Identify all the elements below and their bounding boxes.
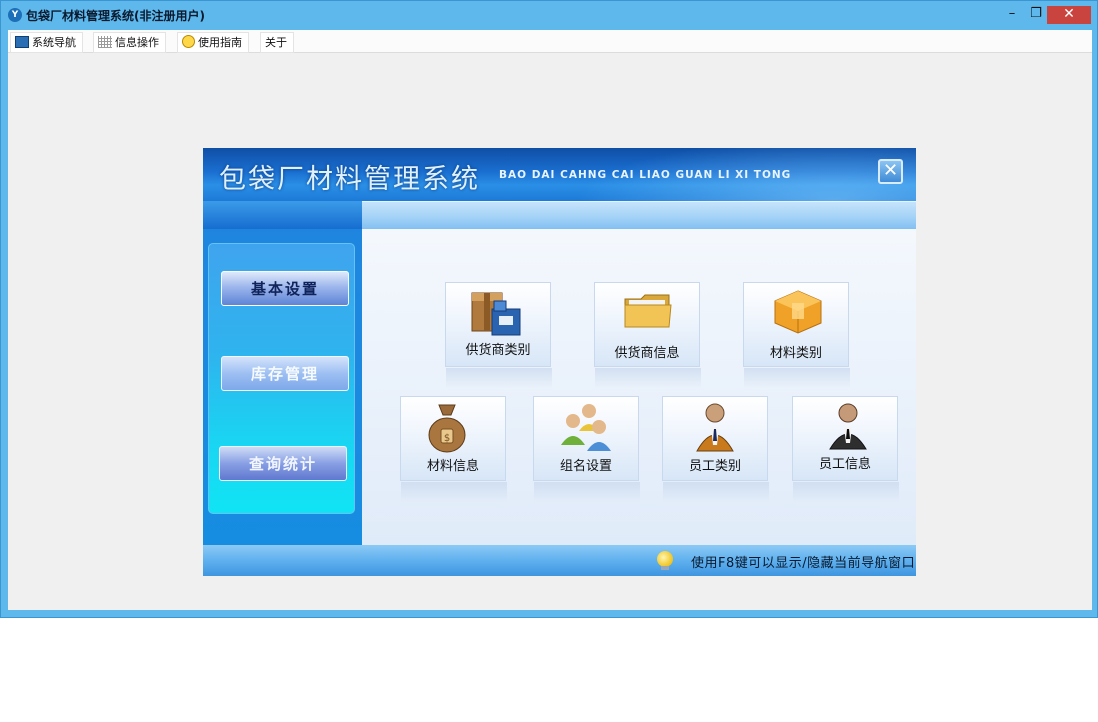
tile-employee-info[interactable]: 员工信息 — [792, 396, 899, 502]
tile-material-info[interactable]: $ 材料信息 — [400, 396, 507, 502]
menu-user-guide[interactable]: 使用指南 — [177, 32, 249, 53]
banner-title: 包袋厂材料管理系统 — [219, 164, 480, 195]
title-bar[interactable]: Y 包袋厂材料管理系统(非注册用户) – ❐ ✕ — [1, 1, 1097, 30]
content-area: 供货商类别 供货商信息 材料类别 $ 材料信息 组名设置 员工类别 员工信息 — [362, 229, 916, 545]
navigation-panel: 包袋厂材料管理系统 BAO DAI CAHNG CAI LIAO GUAN LI… — [203, 148, 916, 576]
menu-bar: 系统导航 信息操作 使用指南 关于 — [8, 30, 1092, 53]
tile-label: 组名设置 — [559, 459, 612, 474]
svg-text:$: $ — [444, 433, 450, 444]
grid-icon — [98, 36, 112, 48]
money-bag-icon: $ — [428, 404, 466, 453]
minimize-button[interactable]: – — [1001, 6, 1023, 24]
menu-system-navigation[interactable]: 系统导航 — [10, 32, 83, 53]
restore-button[interactable]: ❐ — [1025, 6, 1047, 24]
employee-icon — [696, 403, 734, 452]
menu-about[interactable]: 关于 — [260, 32, 294, 53]
supplier-category-icon — [471, 292, 521, 336]
banner-subtitle: BAO DAI CAHNG CAI LIAO GUAN LI XI TONG — [499, 169, 792, 181]
tile-supplier-info[interactable]: 供货商信息 — [594, 282, 701, 388]
tile-label: 员工信息 — [818, 457, 871, 472]
panel-close-icon[interactable]: ✕ — [878, 159, 903, 184]
sidebar-header — [203, 201, 362, 229]
tile-label: 材料信息 — [426, 459, 479, 474]
employee-suit-icon — [829, 403, 867, 450]
window-title: 包袋厂材料管理系统(非注册用户) — [26, 9, 205, 23]
tile-label: 供货商类别 — [465, 343, 531, 358]
guide-icon — [182, 35, 195, 48]
lightbulb-base — [661, 566, 669, 570]
query-statistics-button[interactable]: 查询统计 — [219, 446, 347, 481]
tile-group-settings[interactable]: 组名设置 — [533, 396, 640, 502]
folder-icon — [624, 294, 672, 328]
status-footer: 使用F8键可以显示/隐藏当前导航窗口 — [203, 545, 916, 576]
menu-label: 关于 — [265, 36, 287, 49]
f8-hint-text: 使用F8键可以显示/隐藏当前导航窗口 — [691, 556, 916, 571]
tile-label: 供货商信息 — [614, 346, 680, 361]
menu-label: 系统导航 — [32, 36, 76, 49]
menu-label: 信息操作 — [115, 36, 159, 49]
tile-material-category[interactable]: 材料类别 — [743, 282, 850, 388]
menu-label: 使用指南 — [198, 36, 242, 49]
app-logo-icon: Y — [8, 8, 22, 22]
sidebar: 基本设置 库存管理 查询统计 — [203, 201, 362, 545]
tile-supplier-category[interactable]: 供货商类别 — [445, 282, 552, 388]
close-button[interactable]: ✕ — [1047, 6, 1091, 24]
content-header — [362, 201, 916, 230]
tile-label: 材料类别 — [769, 346, 822, 361]
box-icon — [774, 290, 822, 334]
lightbulb-icon — [657, 551, 673, 567]
group-users-icon — [561, 404, 611, 451]
menu-info-operation[interactable]: 信息操作 — [93, 32, 166, 53]
tile-employee-category[interactable]: 员工类别 — [662, 396, 769, 502]
banner: 包袋厂材料管理系统 BAO DAI CAHNG CAI LIAO GUAN LI… — [203, 148, 916, 201]
tile-label: 员工类别 — [688, 459, 741, 474]
basic-settings-button[interactable]: 基本设置 — [221, 271, 349, 306]
inventory-management-button[interactable]: 库存管理 — [221, 356, 349, 391]
navigation-icon — [15, 36, 29, 48]
